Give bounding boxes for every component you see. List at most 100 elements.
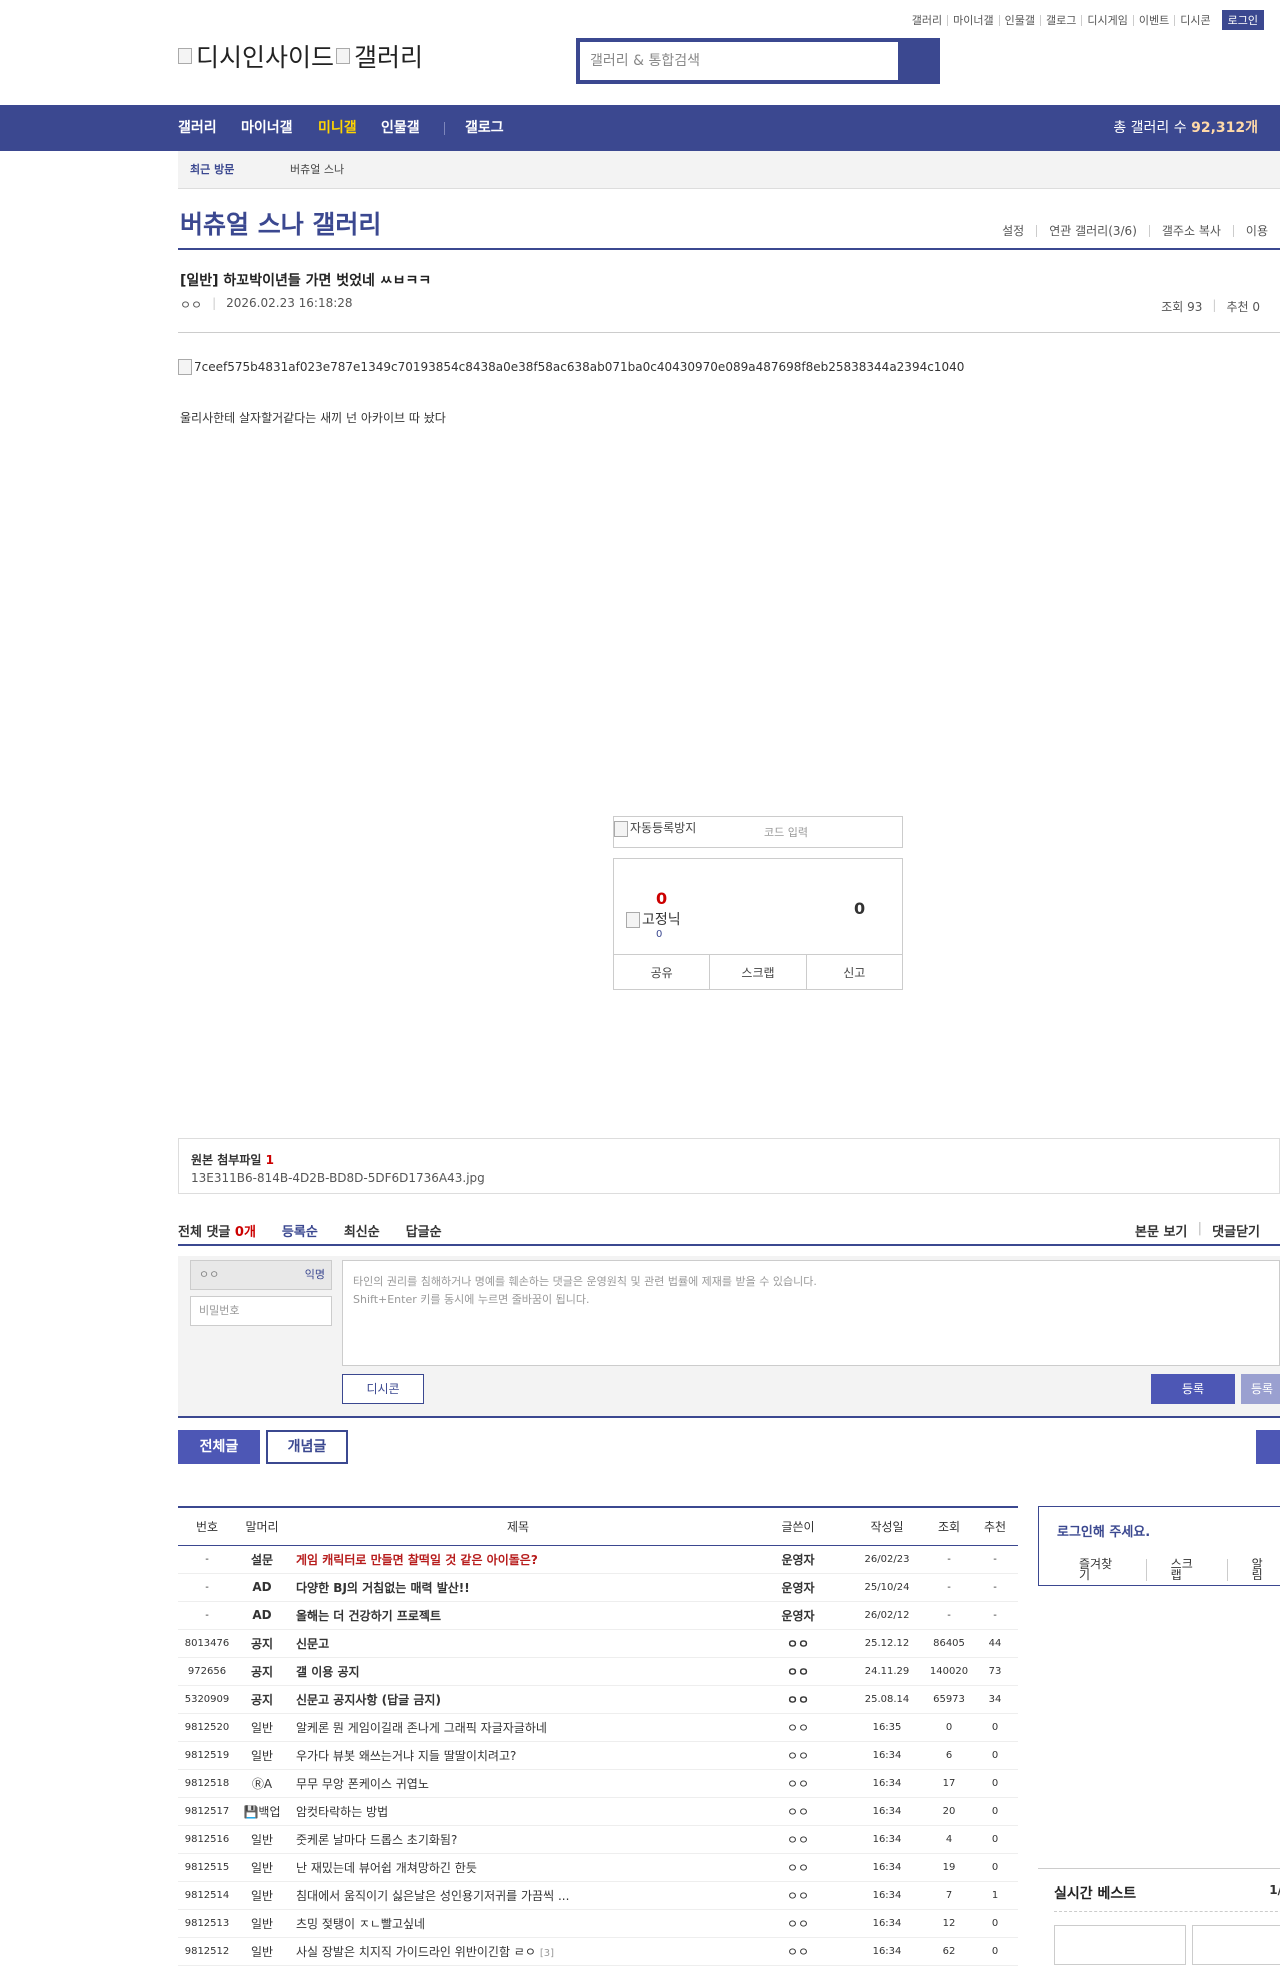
table-row[interactable]: 9812517 💾백업 암컷타락하는 방법 ㅇㅇ 16:34 20 0 [178,1797,1018,1826]
table-row[interactable]: 972656 공지 갤 이용 공지 ㅇㅇ 24.11.29 140020 73 [178,1657,1018,1686]
row-writer[interactable]: 운영자 [748,1545,848,1574]
row-title[interactable]: 신문고 공지사항 (답글 금지) [288,1685,748,1714]
copy-gallery-url[interactable]: 갤주소 복사 [1148,225,1233,237]
table-row[interactable]: 9812520 일반 알케론 뭔 게임이길래 존나게 그래픽 자글자글하네 ㅇㅇ 16:… [178,1713,1018,1742]
row-writer[interactable]: ㅇㅇ [748,1769,848,1798]
best-card[interactable] [1054,1925,1186,1965]
nav-gallog[interactable]: 갤로그 [465,105,504,151]
row-title[interactable]: 신문고 [288,1629,748,1658]
comment-submit-alt-button[interactable]: 등록 [1241,1374,1280,1404]
notification-link[interactable]: 알림 [1226,1558,1280,1581]
nav-minor[interactable]: 마이너갤 [241,105,293,151]
hot-posts-button[interactable]: 개념글 [266,1430,348,1464]
scrap-button[interactable]: 스크랩 [709,955,805,990]
related-galleries[interactable]: 연관 갤러리(3/6) [1036,225,1149,237]
row-writer[interactable]: ㅇㅇ [748,1937,848,1966]
row-writer[interactable]: ㅇㅇ [748,1713,848,1742]
report-button[interactable]: 신고 [805,955,902,990]
table-row[interactable]: 9812514 일반 침대에서 움직이기 싫은날은 성인용기저귀를 가끔씩 ... ㅇ… [178,1881,1018,1910]
row-title[interactable]: 사실 장발은 치지직 가이드라인 위반이긴함 ㄹㅇ [3] [288,1937,748,1966]
table-row[interactable]: 9812519 일반 우가다 뷰봇 왜쓰는거냐 지들 딸딸이치려고? ㅇㅇ 16:34 6… [178,1741,1018,1770]
toplink-person[interactable]: 인물갤 [998,14,1040,26]
row-title[interactable]: 무무 무앙 폰케이스 귀엽노 [288,1769,748,1798]
row-title[interactable]: 난 재밌는데 뷰어쉽 개쳐망하긴 한듯 [288,1853,748,1882]
table-row[interactable]: 9812518 ⓇA 무무 무앙 폰케이스 귀엽노 ㅇㅇ 16:34 17 0 [178,1769,1018,1798]
login-prompt[interactable]: 로그인해 주세요. [1057,1521,1150,1540]
table-row[interactable]: - 설문 게임 캐릭터로 만들면 찰떡일 것 같은 아이돌은? 운영자 26/02/23… [178,1545,1018,1574]
table-row[interactable]: 9812512 일반 사실 장발은 치지직 가이드라인 위반이긴함 ㄹㅇ [3] ㅇㅇ 1… [178,1937,1018,1966]
row-number: 9812517 [178,1797,236,1826]
toplink-gallog[interactable]: 갤로그 [1040,14,1081,26]
row-writer[interactable]: ㅇㅇ [748,1909,848,1938]
row-title[interactable]: 갤 이용 공지 [288,1657,748,1686]
toplink-gallery[interactable]: 갤러리 [907,15,947,26]
row-writer[interactable]: 운영자 [748,1601,848,1630]
toplink-dccon[interactable]: 디시콘 [1174,14,1215,26]
row-writer[interactable]: ㅇㅇ [748,1629,848,1658]
attachment-file[interactable]: 13E311B6-814B-4D2B-BD8D-5DF6D1736A43.jpg [191,1171,485,1185]
nav-gallery[interactable]: 갤러리 [178,105,217,151]
search-input[interactable]: 갤러리 & 통합검색 [580,42,898,80]
scrap-link[interactable]: 스크랩 [1145,1558,1227,1581]
sort-register[interactable]: 등록순 [282,1221,318,1240]
comment-submit-button[interactable]: 등록 [1151,1374,1235,1404]
row-writer[interactable]: ㅇㅇ [748,1797,848,1826]
toplink-dcgame[interactable]: 디시게임 [1081,14,1132,26]
post-body-text: 울리사한테 살자할거같다는 새끼 넌 아카이브 따 놨다 [180,411,446,425]
captcha-image: 자동등록방지 [614,817,696,839]
best-card[interactable] [1192,1925,1280,1965]
comment-textarea[interactable]: 타인의 권리를 침해하거나 명예를 훼손하는 댓글은 운영원칙 및 관련 법률에… [342,1260,1280,1366]
sort-latest[interactable]: 최신순 [344,1221,380,1240]
table-row[interactable]: - AD 올해는 더 건강하기 프로젝트 운영자 26/02/12- - [178,1601,1018,1630]
nav-mini[interactable]: 미니갤 [318,105,357,151]
nav-person[interactable]: 인물갤 [381,105,420,151]
post-author[interactable]: ㅇㅇ [180,296,202,313]
toplink-event[interactable]: 이벤트 [1132,14,1174,26]
view-body-link[interactable]: 본문 보기 [1135,1221,1187,1240]
row-title[interactable]: 암컷타락하는 방법 [288,1797,748,1826]
row-writer[interactable]: ㅇㅇ [748,1853,848,1882]
table-row[interactable]: 9812513 일반 츠밍 젖탱이 ㅈㄴ빨고싶네 ㅇㅇ 16:34 12 0 [178,1909,1018,1938]
close-comments-link[interactable]: 댓글닫기 [1212,1221,1260,1240]
row-writer[interactable]: ㅇㅇ [748,1825,848,1854]
row-recommend: - [972,1573,1018,1602]
row-title[interactable]: 게임 캐릭터로 만들면 찰떡일 것 같은 아이돌은? [288,1545,748,1574]
row-title[interactable]: 줏케론 날마다 드롭스 초기화됨? [288,1825,748,1854]
sort-reply[interactable]: 답글순 [406,1221,442,1240]
nickname-field[interactable]: ㅇㅇ 익명 [190,1260,332,1290]
favorites-link[interactable]: 즐겨찾기 [1079,1558,1146,1581]
share-button[interactable]: 공유 [614,955,709,990]
row-writer[interactable]: ㅇㅇ [748,1881,848,1910]
row-title[interactable]: 다양한 BJ의 거침없는 매력 발산!! [288,1573,748,1602]
table-row[interactable]: 5320909 공지 신문고 공지사항 (답글 금지) ㅇㅇ 25.08.14 65973… [178,1685,1018,1714]
gallery-usage[interactable]: 이용 [1232,225,1280,237]
captcha-input[interactable]: 코드 입력 [764,817,808,849]
write-button[interactable] [1256,1430,1280,1464]
row-writer[interactable]: ㅇㅇ [748,1741,848,1770]
col-date: 작성일 [848,1506,926,1546]
row-title[interactable]: 올해는 더 건강하기 프로젝트 [288,1601,748,1630]
table-row[interactable]: 9812515 일반 난 재밌는데 뷰어쉽 개쳐망하긴 한듯 ㅇㅇ 16:34 19 0 [178,1853,1018,1882]
row-title[interactable]: 침대에서 움직이기 싫은날은 성인용기저귀를 가끔씩 ... [288,1881,748,1910]
gallery-settings[interactable]: 설정 [990,225,1036,237]
downvote-count[interactable]: 0 [854,899,865,918]
row-title[interactable]: 츠밍 젖탱이 ㅈㄴ빨고싶네 [288,1909,748,1938]
row-title[interactable]: 우가다 뷰봇 왜쓰는거냐 지들 딸딸이치려고? [288,1741,748,1770]
dccon-button[interactable]: 디시콘 [342,1374,424,1404]
gallery-title[interactable]: 버츄얼 스나 갤러리 [180,205,381,241]
toplink-minor[interactable]: 마이너갤 [947,14,998,26]
table-row[interactable]: 9812516 일반 줏케론 날마다 드롭스 초기화됨? ㅇㅇ 16:34 4 0 [178,1825,1018,1854]
login-button[interactable]: 로그인 [1221,10,1264,30]
recent-visit-item[interactable]: 버츄얼 스나 [290,151,344,189]
password-field[interactable]: 비밀번호 [190,1296,332,1326]
site-logo[interactable]: 디시인사이드 갤러리 [178,38,423,74]
row-writer[interactable]: 운영자 [748,1573,848,1602]
row-title[interactable]: 알케론 뭔 게임이길래 존나게 그래픽 자글자글하네 [288,1713,748,1742]
table-row[interactable]: 8013476 공지 신문고 ㅇㅇ 25.12.12 86405 44 [178,1629,1018,1658]
upvote-count[interactable]: 0 [656,889,667,908]
row-writer[interactable]: ㅇㅇ [748,1685,848,1714]
all-posts-button[interactable]: 전체글 [178,1430,260,1464]
table-row[interactable]: - AD 다양한 BJ의 거침없는 매력 발산!! 운영자 25/10/24- - [178,1573,1018,1602]
fixed-nick-upvote[interactable]: 고정닉 [626,909,681,929]
row-writer[interactable]: ㅇㅇ [748,1657,848,1686]
